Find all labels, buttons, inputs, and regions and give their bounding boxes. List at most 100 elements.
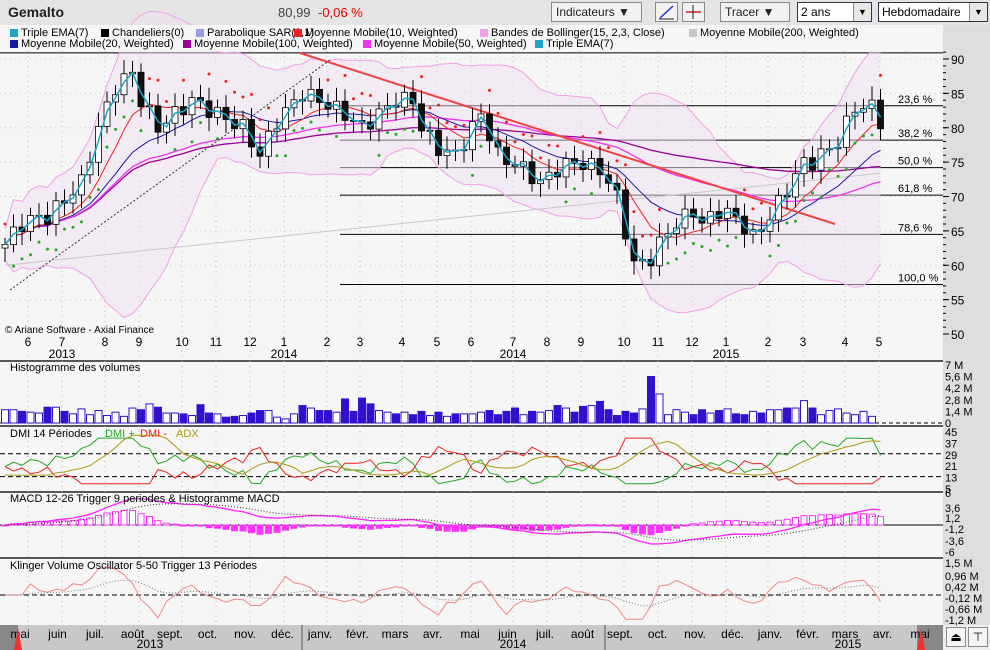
macd-histogram-bar: [61, 520, 68, 526]
volume-bar: [358, 397, 366, 424]
sar-dot: [530, 134, 534, 138]
price-tick-label: 60: [951, 259, 965, 273]
sar-dot: [88, 195, 92, 199]
legend-swatch-icon: [183, 40, 191, 48]
sar-dot: [666, 261, 670, 265]
sar-dot: [343, 74, 347, 78]
legend-item[interactable]: Moyenne Mobile(200, Weighted): [689, 27, 859, 39]
price-tick-label: 50: [951, 328, 965, 342]
month-label: 9: [136, 335, 143, 349]
month-label: 9: [578, 335, 585, 349]
sar-dot: [743, 188, 746, 192]
sar-dot: [649, 233, 653, 237]
sar-dot: [386, 131, 389, 135]
volume-bar: [553, 405, 562, 424]
macd-histogram-bar: [783, 518, 791, 526]
macd-histogram-bar: [613, 524, 621, 527]
volume-bar: [171, 412, 179, 424]
macd-histogram-bar: [698, 522, 706, 526]
macd-histogram-bar: [307, 524, 315, 527]
sar-dot: [182, 78, 185, 82]
legend-label: Moyenne Mobile(50, Weighted): [374, 38, 527, 50]
sar-dot: [148, 77, 151, 81]
macd-histogram-bar: [146, 516, 153, 526]
volume-bar: [324, 410, 332, 424]
klinger-tick-label: -1,2 M: [945, 615, 976, 627]
macd-histogram-bar: [690, 523, 697, 526]
legend-swatch-icon: [196, 29, 204, 37]
macd-histogram-bar: [639, 524, 646, 535]
macd-histogram-bar: [231, 524, 238, 532]
macd-histogram-bar: [163, 522, 170, 526]
volume-bar: [154, 406, 162, 424]
macd-histogram-bar: [265, 524, 272, 534]
sar-dot: [573, 187, 576, 191]
sar-dot: [165, 100, 168, 104]
sar-dot: [207, 72, 211, 76]
sar-dot: [122, 115, 126, 119]
month-label: 12: [243, 335, 257, 349]
macd-histogram-bar: [86, 517, 94, 526]
volume-bar: [281, 418, 290, 424]
volume-bar: [383, 411, 392, 424]
volume-bar: [205, 412, 213, 424]
macd-histogram-bar: [792, 516, 799, 526]
sar-dot: [547, 143, 551, 147]
sar-dot: [411, 129, 415, 133]
legend-item[interactable]: Moyenne Mobile(50, Weighted): [363, 38, 527, 50]
volume-bar: [273, 416, 281, 424]
macd-histogram-bar: [724, 519, 731, 526]
legend-item[interactable]: Moyenne Mobile(100, Weighted): [183, 38, 353, 50]
chart-canvas[interactable]: 9085807570656055500,0 %23,6 %38,2 %50,0 …: [0, 0, 990, 650]
navigator-month: juil.: [535, 627, 554, 641]
navigator-month: avr.: [423, 627, 442, 641]
sar-dot: [522, 132, 525, 136]
sar-dot: [224, 79, 228, 83]
year-label: 2015: [713, 347, 740, 361]
macd-histogram-bar: [154, 520, 162, 526]
scroll-down-button[interactable]: ⊤: [968, 627, 988, 647]
month-label: 5: [434, 335, 441, 349]
volume-bar: [298, 405, 307, 424]
navigator-month: févr.: [796, 627, 819, 641]
volume-bar: [817, 414, 825, 424]
klinger-title: Klinger Volume Oscillator 5-50 Trigger 1…: [10, 560, 258, 572]
volume-bar: [460, 413, 468, 424]
legend-swatch-icon: [10, 40, 18, 48]
volume-bar: [111, 411, 120, 424]
fibonacci-label: 61,8 %: [898, 183, 932, 195]
fibonacci-label: 50,0 %: [898, 156, 932, 168]
legend-item[interactable]: Moyenne Mobile(20, Weighted): [10, 38, 174, 50]
volume-tick-label: 2,8 M: [945, 395, 973, 407]
volume-bar: [26, 411, 35, 424]
legend-swatch-icon: [10, 29, 18, 37]
macd-tick-label: 6: [945, 488, 951, 500]
volume-bar: [18, 410, 26, 424]
price-tick-label: 85: [951, 87, 965, 101]
macd-histogram-bar: [732, 519, 740, 526]
sar-dot: [726, 244, 729, 248]
sar-dot: [496, 111, 500, 115]
sar-dot: [131, 99, 134, 103]
navigator-month: janv.: [757, 627, 782, 641]
macd-histogram-bar: [537, 524, 544, 531]
sar-dot: [692, 241, 695, 245]
volume-bar: [655, 393, 664, 424]
legend-item[interactable]: Triple EMA(7): [535, 38, 613, 50]
scroll-up-button[interactable]: ⏏: [946, 627, 966, 647]
macd-histogram-bar: [588, 524, 595, 527]
sar-dot: [445, 121, 449, 125]
sar-dot: [394, 132, 398, 136]
sar-dot: [360, 92, 364, 96]
navigator-month: déc.: [721, 627, 744, 641]
legend-swatch-icon: [689, 29, 697, 37]
macd-histogram-bar: [222, 524, 230, 530]
volume-bar: [587, 405, 596, 424]
macd-histogram-bar: [171, 523, 179, 526]
navigator-month: avr.: [873, 627, 892, 641]
volume-bar: [409, 414, 417, 424]
price-tick-label: 75: [951, 156, 965, 170]
macd-histogram-bar: [605, 524, 612, 527]
volume-bar: [256, 410, 264, 424]
navigator-month: sept.: [607, 627, 633, 641]
